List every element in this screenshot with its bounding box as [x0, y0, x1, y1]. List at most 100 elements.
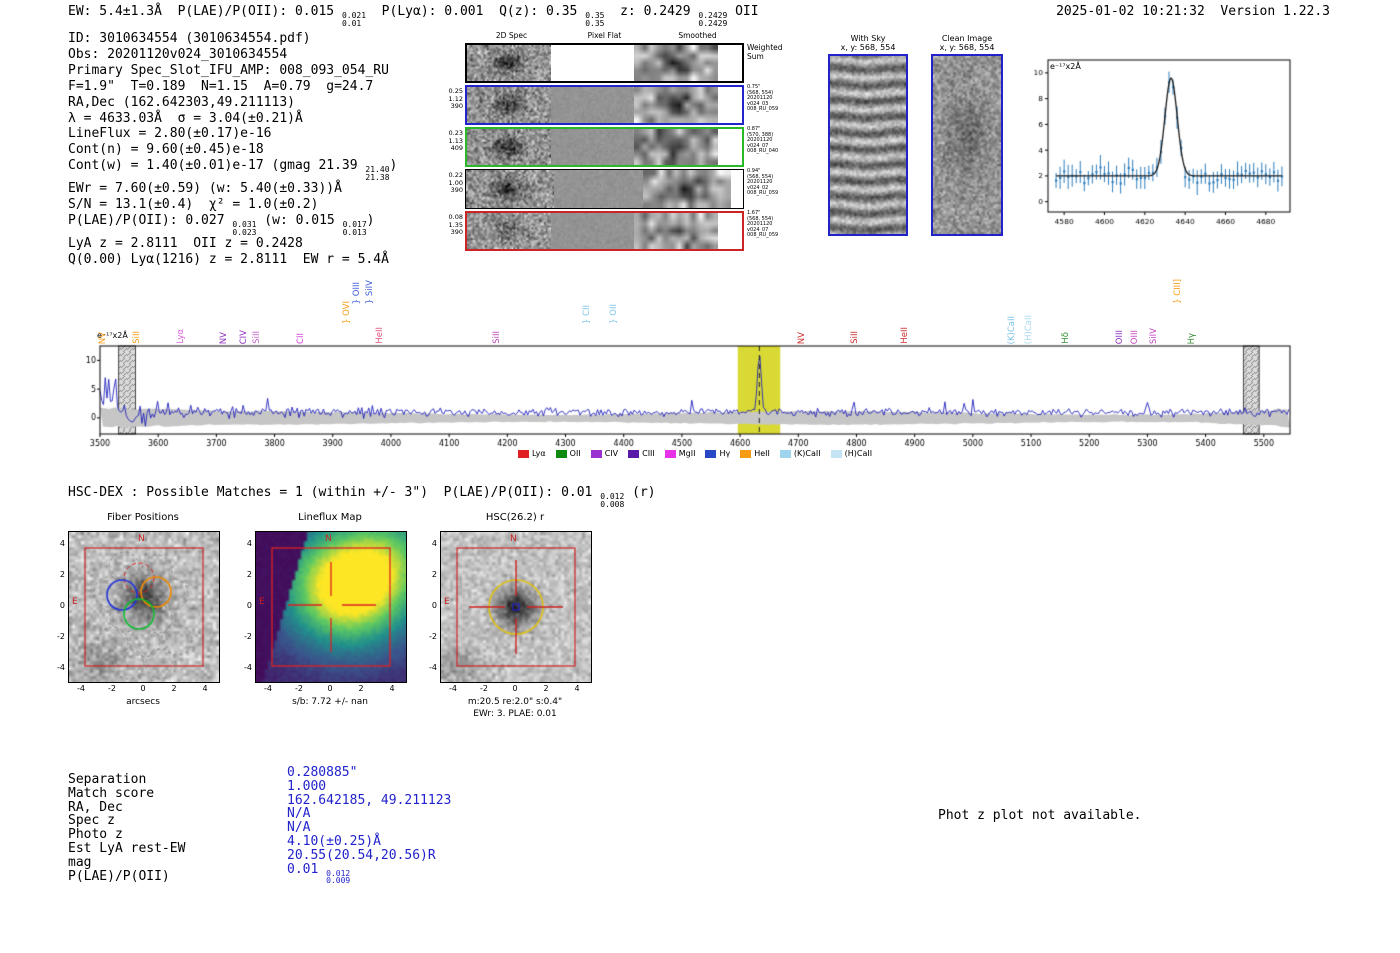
cutout-image	[467, 129, 551, 165]
info-line: EWr = 7.60(±0.59) (w: 5.40(±0.33))Å	[68, 181, 342, 197]
legend-label: CIII	[642, 449, 655, 458]
cutout-row	[465, 43, 744, 83]
cutout-image	[634, 45, 719, 81]
legend-label: (H)CaII	[844, 449, 873, 458]
sup-sub-value: 0.012 0.008	[600, 492, 625, 509]
line-fit-zoom-plot	[1020, 48, 1300, 238]
cutout-row	[465, 211, 744, 251]
compass-north: N	[138, 534, 145, 544]
y-tick-label: -2	[57, 632, 65, 641]
panel-xlabel: s/b: 7.72 +/- nan	[292, 697, 368, 707]
compass-east: E	[444, 597, 450, 607]
legend-label: MgII	[678, 449, 696, 458]
cutout-image	[550, 45, 635, 81]
cutout-row	[465, 127, 744, 167]
y-tick-label: 2	[59, 570, 65, 579]
info-line: Cont(n) = 9.60(±0.45)e-18	[68, 142, 264, 158]
x-tick-label: 2	[358, 684, 364, 693]
x-tick-label: -2	[295, 684, 303, 693]
sup-sub-value: 0.021 0.01	[341, 11, 367, 28]
emission-line-label: } OIII	[352, 281, 363, 304]
cutout-annotation-line: Weighted	[747, 43, 783, 52]
x-tick-label: 2	[171, 684, 177, 693]
x-tick-label: 0	[140, 684, 146, 693]
x-tick-label: 0	[327, 684, 333, 693]
cutout-value: 390	[450, 186, 463, 194]
legend-swatch	[590, 449, 602, 458]
cutout-image	[466, 170, 555, 208]
legend-swatch	[740, 449, 752, 458]
info-line: LyA z = 2.8111 OII z = 0.2428	[68, 236, 303, 252]
table-row-value: 0.01 0.012 0.009	[287, 861, 351, 886]
legend-swatch	[705, 449, 717, 458]
with-sky-image	[828, 54, 908, 236]
match-panel: Lineflux Map -4 -4 -2 -2 0 0 2 2 4 4 N Es/b: 7.72 +/…	[244, 512, 407, 707]
clean-image	[931, 54, 1003, 236]
y-tick-label: 0	[431, 601, 437, 610]
table-row-label: Match score	[68, 785, 155, 801]
x-tick-label: 4	[389, 684, 395, 693]
photz-note: Phot z plot not available.	[938, 808, 1142, 823]
table-row: Photo z N/A	[68, 820, 310, 843]
x-tick-label: 2	[543, 684, 549, 693]
table-row-label: P(LAE)/P(OII)	[68, 868, 170, 884]
emission-line-label: } CIII]	[1172, 279, 1183, 304]
cutout-row-annotation: 0.87" (570, 388) 20201120 v024_07 008_RU_040	[747, 126, 807, 155]
table-row-label: Separation	[68, 772, 147, 787]
cutout-row-annotation: 0.94" (568, 554) 20201120 v024_02 008_RU_059	[747, 168, 807, 197]
table-row: P(LAE)/P(OII) 0.01 0.012 0.009	[68, 862, 350, 885]
legend-swatch	[664, 449, 676, 458]
cutout-column-title: Pixel Flat	[587, 31, 622, 40]
legend-item: MgII	[664, 449, 696, 458]
emission-line-label: } CII	[582, 304, 593, 324]
cutout-annotation-line: 008_RU_059	[747, 190, 779, 197]
compass-east: E	[72, 597, 78, 607]
spectrum-legend: Lyα OII CIV CIII MgII Hγ HeII (K)CaII (H)CaII	[85, 449, 1305, 458]
cutout-image	[550, 87, 635, 123]
x-tick-label: -2	[480, 684, 488, 693]
cutout-row-values: 0.08 1.35 390	[443, 213, 463, 237]
with-sky-panel: With Sky x, y: 568, 554	[826, 34, 910, 236]
table-row-label: mag	[68, 854, 92, 870]
info-line: ID: 3010634554 (3010634554.pdf)	[68, 31, 311, 46]
zoom-ylabel: e⁻¹⁷x2Å	[1050, 62, 1081, 71]
cutout-image	[467, 45, 551, 81]
table-row-label: Spec z	[68, 813, 115, 829]
y-tick-label: 2	[246, 570, 252, 579]
y-tick-label: 4	[59, 539, 65, 548]
cutout-image	[634, 213, 719, 249]
info-line: RA,Dec (162.642303,49.211113)	[68, 94, 295, 110]
hsc-dex-header: HSC-DEX : Possible Matches = 1 (within +…	[68, 485, 656, 509]
panel-xlabel: m:20.5 re:2.0" s:0.4"	[467, 697, 563, 707]
panel-title: Fiber Positions	[107, 512, 179, 523]
cutout-value: 409	[450, 144, 463, 152]
sup-sub-value: 0.012 0.009	[326, 868, 351, 886]
sup-sub-value: 21.40 21.38	[365, 165, 390, 182]
table-row-label: Photo z	[68, 827, 123, 843]
clean-image-title: Clean Image	[941, 34, 993, 43]
match-panel: Fiber Positions -4 -4 -2 -2 0 0 2 2 4 4 N Earcsecs	[57, 512, 220, 707]
compass-north: N	[510, 534, 517, 544]
table-row: Separation 0.280885"	[68, 765, 357, 787]
cutout-image	[550, 213, 635, 249]
legend-swatch	[779, 449, 791, 458]
x-tick-label: 0	[512, 684, 518, 693]
x-tick-label: 4	[202, 684, 208, 693]
legend-item: CIV	[590, 449, 618, 458]
info-line: Q(0.00) Lyα(1216) z = 2.8111 EW r = 5.4Å	[68, 251, 389, 267]
x-tick-label: -4	[449, 684, 457, 693]
y-tick-label: -4	[429, 663, 437, 672]
y-tick-label: 0	[59, 601, 65, 610]
table-row: Match score 1.000	[68, 779, 326, 801]
cutout-row	[465, 169, 744, 209]
cutout-annotation-line: 008_RU_059	[747, 232, 779, 239]
info-line: LineFlux = 2.80(±0.17)e-16	[68, 126, 272, 142]
table-row-label: RA, Dec	[68, 799, 123, 815]
legend-item: OII	[555, 449, 581, 458]
sup-sub-value: 0.017 0.013	[342, 220, 367, 237]
panel-image	[440, 531, 592, 683]
legend-label: Lyα	[531, 449, 546, 458]
y-tick-label: -4	[244, 663, 252, 672]
info-line: λ = 4633.03Å σ = 3.04(±0.21)Å	[68, 110, 303, 126]
table-row-label: Est LyA rest-EW	[68, 840, 186, 856]
